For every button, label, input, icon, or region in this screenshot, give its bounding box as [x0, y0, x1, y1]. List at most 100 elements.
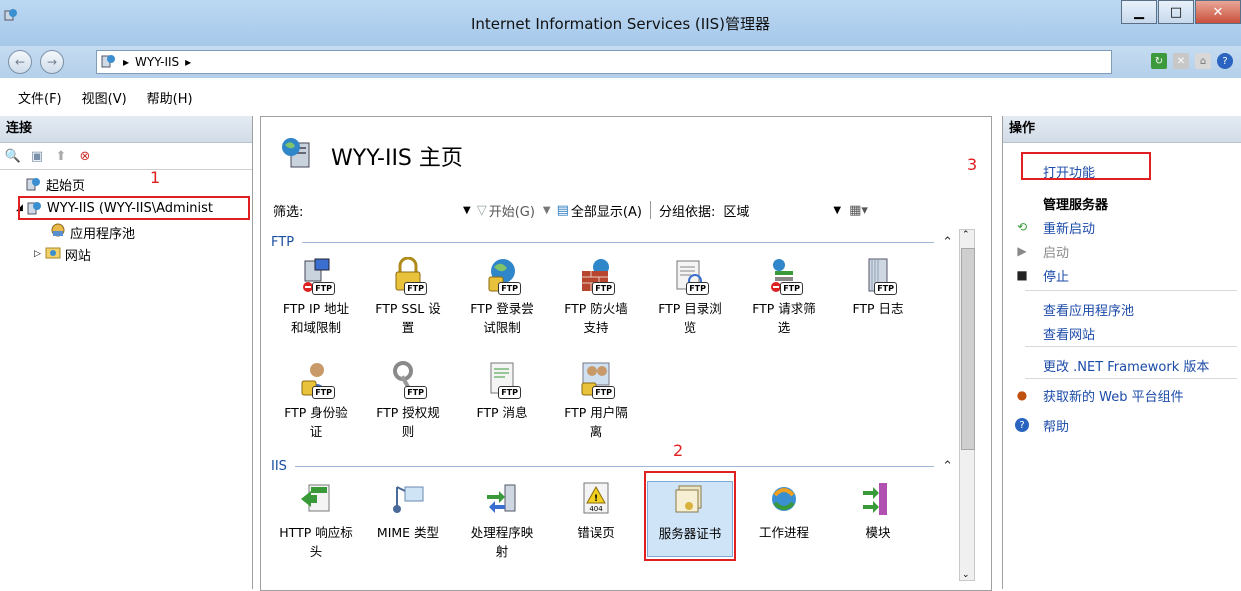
view-app-pools-link[interactable]: 查看应用程序池: [1043, 300, 1134, 319]
group-title: FTP: [271, 234, 295, 250]
breadcrumb-separator-icon: ▸: [123, 55, 130, 69]
up-icon[interactable]: ⬆: [52, 147, 70, 165]
page-header: WYY-IIS 主页: [279, 137, 463, 175]
user-lock-icon: FTP: [299, 361, 335, 399]
view-mode-icon[interactable]: ▦▾: [849, 203, 868, 218]
breadcrumb-server[interactable]: WYY-IIS: [135, 55, 179, 69]
scroll-up-icon[interactable]: ⌃: [962, 230, 970, 240]
filter-input[interactable]: [317, 200, 457, 220]
padlock-icon: FTP: [391, 256, 427, 295]
feature-ftp-request-filtering[interactable]: FTP FTP 请求筛 选: [741, 257, 827, 357]
feature-ftp-directory-browsing[interactable]: FTP FTP 目录浏 览: [647, 257, 733, 357]
help-link[interactable]: 帮助: [1043, 416, 1069, 435]
feature-ftp-logging[interactable]: FTP FTP 日志: [835, 257, 921, 357]
dropdown-arrow-icon[interactable]: ▼: [463, 205, 471, 216]
group-by-select[interactable]: 区域: [723, 201, 833, 220]
actions-panel: 操作 打开功能 管理服务器 ⟲ 重新启动 ▶ 启动 ■ 停止 查看应用程序池 查…: [1002, 116, 1241, 589]
key-icon: FTP: [391, 361, 427, 399]
feature-ftp-user-isolation[interactable]: FTP FTP 用户隔 离: [553, 361, 639, 461]
feature-worker-processes[interactable]: 工作进程: [741, 481, 827, 581]
forward-button[interactable]: →: [40, 50, 64, 74]
connections-toolbar: 🔍 ▣ ⬆ ⊗: [0, 143, 252, 170]
server-icon: [101, 54, 117, 71]
feature-ftp-logon-attempts[interactable]: FTP FTP 登录尝 试限制: [459, 257, 545, 357]
svg-text:404: 404: [589, 505, 603, 513]
feature-ftp-authentication[interactable]: FTP FTP 身份验 证: [273, 361, 359, 461]
start-filter-button[interactable]: 开始(G): [489, 201, 535, 220]
scroll-down-icon[interactable]: ⌄: [962, 570, 970, 580]
annotation-label: 2: [673, 441, 684, 460]
tree-item-label: 网站: [64, 248, 91, 264]
save-icon[interactable]: ▣: [28, 147, 46, 165]
computer-icon: FTP: [299, 257, 335, 295]
feature-ftp-ip-restrictions[interactable]: FTP FTP IP 地址 和域限制: [273, 257, 359, 357]
close-button[interactable]: ✕: [1195, 0, 1241, 24]
directory-browse-icon: FTP: [673, 257, 709, 295]
tree-item-label: 应用程序池: [70, 226, 136, 242]
maximize-button[interactable]: □: [1158, 0, 1194, 24]
features-scrollbar[interactable]: ⌃ ⌄: [959, 229, 975, 581]
feature-ftp-firewall[interactable]: FTP FTP 防火墙 支持: [553, 257, 639, 357]
window-controls: ▁ □ ✕: [1120, 0, 1241, 24]
feature-http-response-headers[interactable]: HTTP 响应标 头: [273, 481, 359, 581]
change-net-framework-link[interactable]: 更改 .NET Framework 版本: [1043, 356, 1209, 375]
feature-error-pages[interactable]: ! 404 错误页: [553, 481, 639, 581]
dropdown-arrow-icon[interactable]: ▼: [543, 205, 551, 216]
show-all-button[interactable]: 全部显示(A): [571, 201, 642, 220]
disconnect-icon[interactable]: ⊗: [76, 147, 94, 165]
log-book-icon: FTP: [861, 257, 897, 295]
view-sites-link[interactable]: 查看网站: [1043, 324, 1095, 343]
tree-item-sites[interactable]: ▷ 网站: [34, 244, 91, 264]
address-field[interactable]: ▸ WYY-IIS ▸: [96, 50, 1112, 74]
server-large-icon: [279, 137, 313, 175]
window-title: Internet Information Services (IIS)管理器: [470, 15, 771, 33]
minimize-button[interactable]: ▁: [1121, 0, 1157, 24]
restart-icon: ⟲: [1016, 220, 1028, 234]
feature-handler-mappings[interactable]: 处理程序映 射: [459, 481, 545, 581]
back-button[interactable]: ←: [8, 50, 32, 74]
handler-mappings-icon: [485, 481, 519, 519]
feature-mime-types[interactable]: MIME 类型: [365, 481, 451, 581]
tree-item-start-page[interactable]: 起始页: [26, 174, 85, 194]
stop-icon: ■: [1016, 268, 1028, 282]
expand-arrow-icon: ▷: [34, 249, 41, 259]
page-title: WYY-IIS 主页: [331, 146, 463, 171]
group-header-ftp[interactable]: FTP ⌃: [271, 233, 953, 251]
globe-lock-icon: FTP: [485, 257, 521, 295]
request-filter-icon: FTP: [767, 257, 803, 295]
app-pool-icon: [50, 222, 66, 242]
feature-ftp-authorization[interactable]: FTP FTP 授权规 则: [365, 361, 451, 461]
restart-link[interactable]: 重新启动: [1043, 218, 1095, 237]
collapse-icon[interactable]: ⌃: [942, 459, 953, 474]
home-icon[interactable]: ⌂: [1195, 53, 1211, 69]
manage-server-heading: 管理服务器: [1043, 198, 1109, 213]
feature-ftp-messages[interactable]: FTP FTP 消息: [459, 361, 545, 461]
http-headers-icon: [299, 481, 333, 519]
stop-link[interactable]: 停止: [1043, 266, 1069, 285]
scroll-thumb[interactable]: [961, 248, 975, 450]
divider: [1025, 378, 1237, 379]
back-arrow-icon: ←: [14, 55, 26, 69]
tree-item-label: 起始页: [46, 178, 86, 194]
dropdown-arrow-icon[interactable]: ▼: [833, 205, 841, 216]
address-bar: ← → ▸ WYY-IIS ▸ ↻ ✕ ⌂ ?: [0, 46, 1241, 78]
get-web-platform-link[interactable]: 获取新的 Web 平台组件: [1043, 386, 1184, 405]
stop-icon[interactable]: ✕: [1173, 53, 1189, 69]
menu-view[interactable]: 视图(V): [82, 88, 127, 107]
refresh-icon[interactable]: ↻: [1151, 53, 1167, 69]
group-header-iis[interactable]: IIS ⌃: [271, 457, 953, 475]
tree-item-app-pools[interactable]: 应用程序池: [50, 222, 135, 242]
divider: [1025, 346, 1237, 347]
actions-header: 操作: [1003, 116, 1241, 143]
folder-icon: [45, 245, 61, 263]
menu-help[interactable]: 帮助(H): [147, 88, 193, 107]
connections-panel: 连接 🔍 ▣ ⬆ ⊗ 起始页 ◢ WYY-IIS (WYY-IIS\Admini…: [0, 116, 253, 589]
features-view: WYY-IIS 主页 3 筛选: ▼ ▽ 开始(G) ▼ ▤ 全部显示(A) 分…: [260, 116, 992, 591]
menu-file[interactable]: 文件(F): [18, 88, 62, 107]
filter-bar: 筛选: ▼ ▽ 开始(G) ▼ ▤ 全部显示(A) 分组依据: 区域 ▼ ▦▾: [273, 197, 975, 223]
feature-modules[interactable]: 模块: [835, 481, 921, 581]
connect-icon[interactable]: 🔍: [4, 147, 22, 165]
feature-ftp-ssl[interactable]: FTP FTP SSL 设 置: [365, 256, 451, 357]
collapse-icon[interactable]: ⌃: [942, 235, 953, 250]
help-icon[interactable]: ?: [1217, 53, 1233, 69]
